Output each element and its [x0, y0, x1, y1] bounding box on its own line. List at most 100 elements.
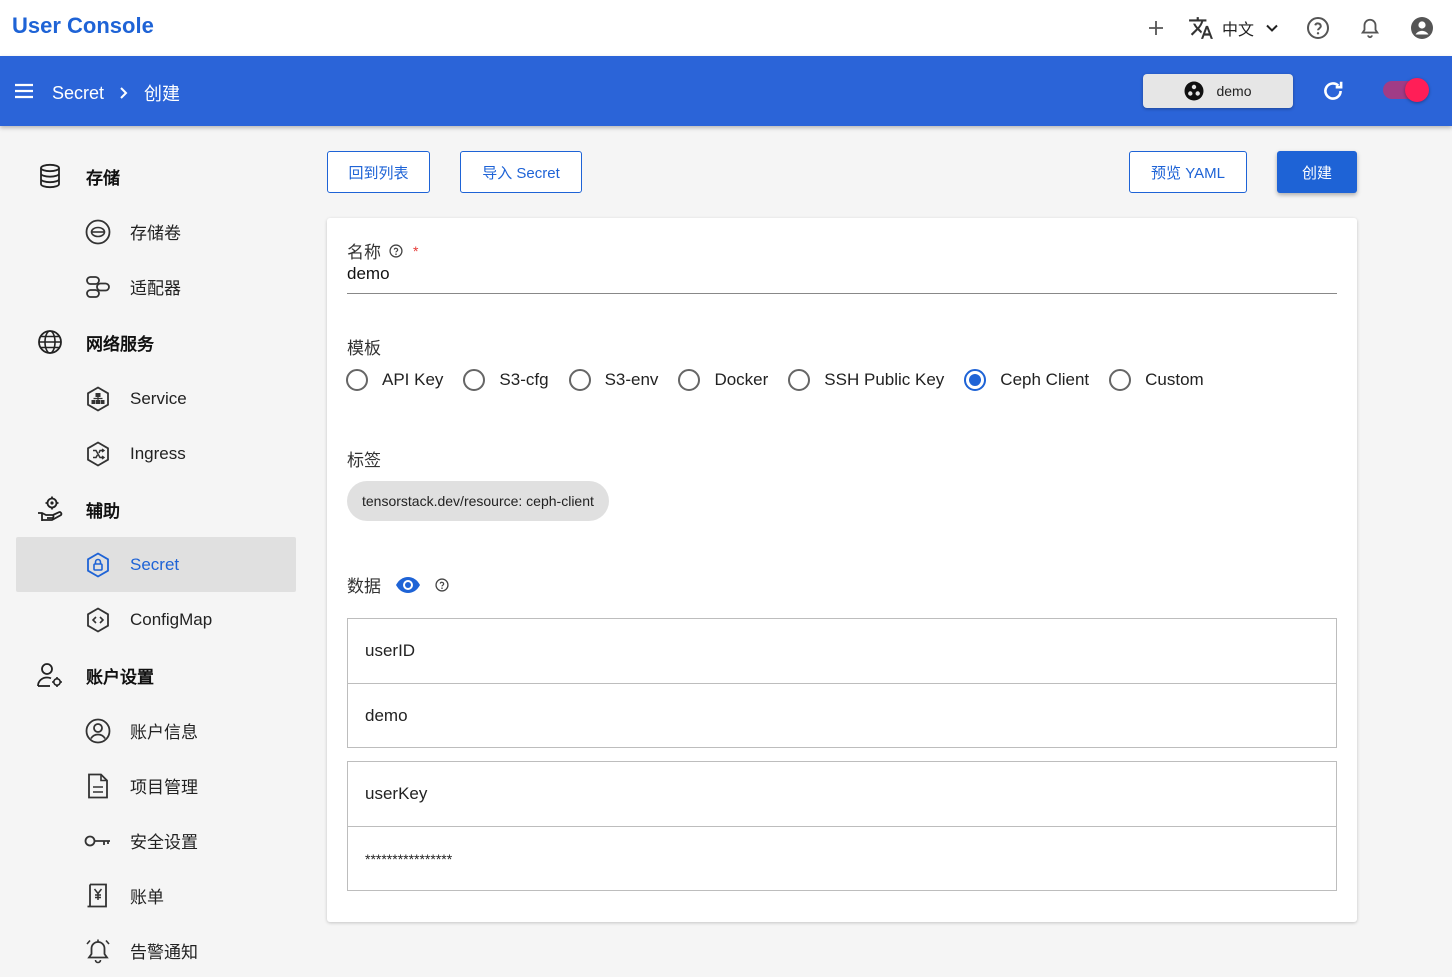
menu-icon[interactable] [12, 79, 36, 103]
refresh-icon[interactable] [1320, 78, 1346, 104]
radio-label: API Key [382, 370, 444, 389]
account-circle-icon [84, 717, 112, 745]
sidebar-item-label: 账户信息 [130, 723, 198, 742]
top-actions: 中文 [1138, 10, 1440, 46]
volume-icon [84, 218, 112, 246]
back-to-list-button[interactable]: 回到列表 [327, 151, 430, 193]
sidebar-item-label: 安全设置 [130, 833, 198, 852]
translate-icon [1189, 17, 1213, 39]
sidebar-item-secret[interactable]: Secret [16, 537, 296, 592]
eye-icon[interactable] [395, 576, 421, 594]
add-icon[interactable] [1138, 10, 1174, 46]
sidebar-item-label: 存储卷 [130, 224, 181, 243]
template-label: 模板 [347, 339, 381, 358]
radio-circle [1109, 369, 1132, 391]
sidebar-group-label: 辅助 [86, 501, 120, 521]
sidebar-item-projects[interactable]: 项目管理 [16, 758, 296, 813]
sidebar-item-label: Secret [130, 554, 180, 574]
labels-label: 标签 [347, 451, 381, 470]
sidebar-item-security[interactable]: 安全设置 [16, 813, 296, 868]
namespace-label: demo [1216, 83, 1252, 99]
template-radio-ceph-client[interactable]: Ceph Client [964, 369, 1089, 391]
lock-hex-icon [84, 551, 112, 579]
database-icon [36, 162, 64, 190]
code-hex-icon [84, 606, 112, 634]
template-radio-api-key[interactable]: API Key [346, 369, 443, 391]
page-header: Secret 创建 demo [0, 56, 1452, 126]
key-icon [84, 827, 112, 855]
template-radio-s3-cfg[interactable]: S3-cfg [463, 369, 549, 391]
help-icon[interactable] [435, 577, 449, 592]
sidebar-group-network[interactable]: 网络服务 [36, 328, 154, 356]
data-key-input[interactable]: userID [348, 619, 1336, 683]
sidebar-item-alerts[interactable]: 告警通知 [16, 923, 296, 977]
radio-label: Ceph Client [1000, 370, 1090, 389]
sidebar-group-auxiliary[interactable]: 辅助 [36, 495, 120, 523]
label-chip[interactable]: tensorstack.dev/resource: ceph-client [347, 481, 609, 521]
secret-form: 名称 * demo 模板 API Key S3-cfg S3-env Docke… [327, 218, 1357, 922]
sidebar-item-label: ConfigMap [130, 609, 213, 629]
data-value-input[interactable]: demo [348, 683, 1336, 747]
ingress-icon [84, 440, 112, 468]
name-input[interactable]: demo [347, 264, 390, 284]
sidebar-item-label: 项目管理 [130, 778, 198, 797]
template-radio-docker[interactable]: Docker [678, 369, 768, 391]
namespace-selector[interactable]: demo [1143, 74, 1293, 108]
breadcrumb-create: 创建 [144, 84, 181, 104]
create-button[interactable]: 创建 [1277, 151, 1357, 193]
sidebar-item-ingress[interactable]: Ingress [16, 426, 296, 481]
toggle-knob [1405, 78, 1429, 102]
radio-circle [568, 369, 591, 391]
radio-circle [678, 369, 701, 391]
chevron-right-icon [120, 87, 128, 99]
preview-yaml-button[interactable]: 预览 YAML [1129, 151, 1247, 193]
app-title[interactable]: User Console [12, 13, 154, 39]
sidebar-item-configmap[interactable]: ConfigMap [16, 592, 296, 647]
template-radio-s3-env[interactable]: S3-env [568, 369, 658, 391]
sidebar-item-account-info[interactable]: 账户信息 [16, 703, 296, 758]
template-radio-group: API Key S3-cfg S3-env Docker SSH Public … [346, 369, 1224, 391]
language-label: 中文 [1221, 22, 1254, 39]
account-icon[interactable] [1404, 10, 1440, 46]
sidebar-group-storage[interactable]: 存储 [36, 162, 120, 190]
language-selector[interactable]: 中文 [1188, 15, 1280, 41]
sidebar-item-bills[interactable]: 账单 [16, 868, 296, 923]
theme-toggle[interactable] [1383, 78, 1429, 102]
help-icon[interactable] [1300, 10, 1336, 46]
radio-circle [463, 369, 486, 391]
help-icon[interactable] [389, 243, 403, 258]
sidebar-item-label: Service [130, 388, 187, 408]
name-label-row: 名称 * [347, 238, 418, 263]
sidebar-item-service[interactable]: Service [16, 371, 296, 426]
sidebar-group-account[interactable]: 账户设置 [36, 661, 154, 689]
sidebar-group-label: 账户设置 [86, 667, 154, 687]
sidebar-item-volume[interactable]: 存储卷 [16, 204, 296, 259]
breadcrumb-secret[interactable]: Secret [52, 83, 104, 104]
data-entry: userKey **************** [347, 761, 1337, 891]
radio-circle [964, 369, 987, 391]
adapter-icon [84, 273, 112, 301]
alarm-bell-icon [84, 937, 112, 965]
radio-circle [346, 369, 368, 391]
top-bar: User Console 中文 [0, 0, 1452, 56]
sidebar-group-label: 存储 [86, 168, 120, 188]
sidebar-item-label: 适配器 [130, 279, 181, 298]
template-radio-ssh-public-key[interactable]: SSH Public Key [788, 369, 944, 391]
sidebar-group-label: 网络服务 [86, 334, 154, 354]
data-value-input[interactable]: **************** [348, 826, 1336, 890]
radio-label: SSH Public Key [824, 370, 945, 389]
sidebar-item-adapter[interactable]: 适配器 [16, 259, 296, 314]
data-label-row: 数据 [347, 572, 449, 597]
template-radio-custom[interactable]: Custom [1109, 369, 1204, 391]
radio-circle [788, 369, 811, 391]
bell-icon[interactable] [1352, 10, 1388, 46]
data-entry: userID demo [347, 618, 1337, 748]
document-icon [84, 772, 112, 800]
radio-label: S3-cfg [499, 370, 549, 389]
radio-label: Docker [714, 370, 769, 389]
data-label: 数据 [347, 577, 381, 596]
data-key-input[interactable]: userKey [348, 762, 1336, 826]
project-icon [1184, 81, 1204, 101]
name-input-underline [347, 293, 1337, 294]
import-secret-button[interactable]: 导入 Secret [460, 151, 582, 193]
